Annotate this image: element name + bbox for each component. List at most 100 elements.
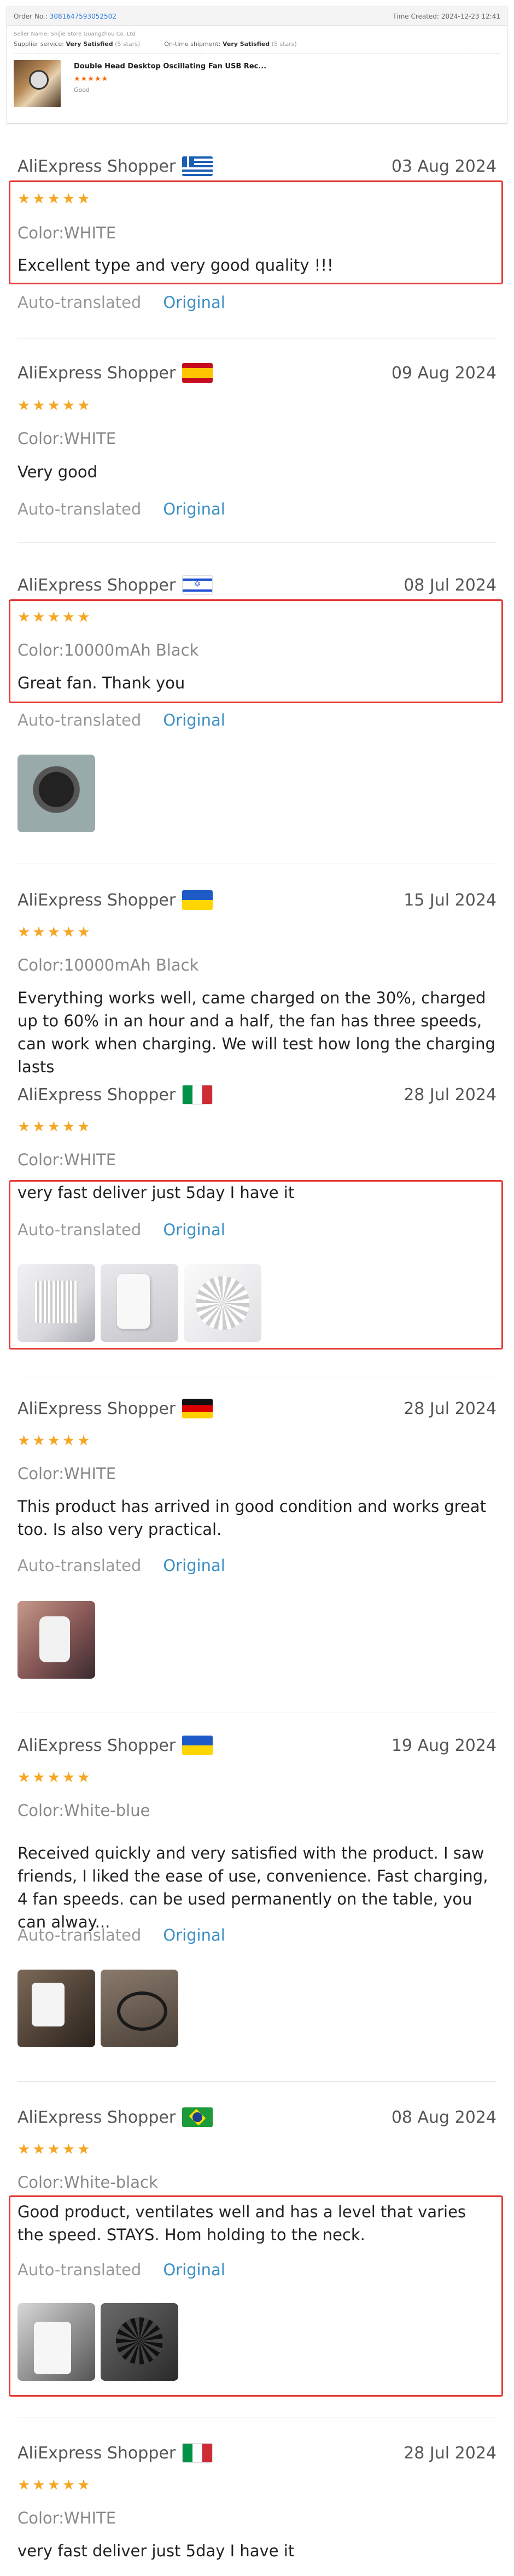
color-variant: Color:WHITE [17, 224, 116, 242]
greece-flag-icon [182, 156, 213, 176]
reviewer-name: AliExpress Shopper [17, 363, 176, 383]
supplier-note: (5 stars) [115, 40, 141, 48]
reviewer-name: AliExpress Shopper [17, 1736, 176, 1755]
review-photo[interactable] [17, 1264, 95, 1342]
review-photo[interactable] [184, 1264, 261, 1342]
review-date: 28 Jul 2024 [404, 2443, 497, 2463]
review-header: AliExpress Shopper 03 Aug 2024 [17, 155, 497, 177]
review-header: AliExpress Shopper 15 Jul 2024 [17, 889, 497, 911]
translation-actions: Auto-translated Original [17, 500, 225, 518]
review-photos [17, 1970, 178, 2047]
original-link[interactable]: Original [163, 1556, 225, 1575]
order-no-link[interactable]: 3081647593052502 [50, 13, 116, 20]
review-item: AliExpress Shopper 28 Jul 2024 ★★★★★ Col… [17, 1084, 497, 1342]
review-item: AliExpress Shopper 09 Aug 2024 ★★★★★ Col… [17, 362, 497, 518]
reviewer: AliExpress Shopper [17, 156, 213, 176]
star-rating: ★★★★★ [17, 2141, 92, 2158]
review-text: very fast deliver just 5day I have it [17, 1183, 295, 1202]
italy-flag-icon [182, 2443, 213, 2463]
review-item: AliExpress Shopper 28 Jul 2024 ★★★★★ Col… [17, 2442, 497, 2560]
review-header: AliExpress Shopper 08 Aug 2024 [17, 2106, 497, 2128]
shipment-value: Very Satisfied [222, 40, 270, 48]
review-text: very fast deliver just 5day I have it [17, 2542, 295, 2560]
review-item: AliExpress Shopper 08 Aug 2024 ★★★★★ Col… [17, 2106, 497, 2381]
germany-flag-icon [182, 1399, 213, 1418]
reviewer: AliExpress Shopper [17, 890, 213, 910]
review-text: Great fan. Thank you [17, 674, 185, 692]
review-photo[interactable] [17, 2303, 95, 2381]
order-no-label: Order No.: [14, 12, 48, 20]
order-time: Time Created: 2024-12-23 12:41 [393, 13, 500, 20]
review-photos [17, 1264, 261, 1342]
review-text: Good product, ventilates well and has a … [17, 2203, 466, 2244]
review-photo[interactable] [101, 2303, 178, 2381]
seller-name: Seller Name: Shijie Store Guangzhou Co. … [14, 31, 136, 37]
original-link[interactable]: Original [163, 711, 225, 729]
auto-translated-label: Auto-translated [17, 1556, 142, 1575]
supplier-value: Very Satisfied [66, 40, 113, 48]
star-rating: ★★★★★ [17, 398, 92, 414]
order-header: Order No.: 3081647593052502 Time Created… [7, 7, 507, 26]
product-thumbnail[interactable] [14, 60, 61, 107]
review-photo[interactable] [101, 1264, 178, 1342]
ontime-shipment: On-time shipment: Very Satisfied (5 star… [164, 40, 297, 48]
reviewer-name: AliExpress Shopper [17, 2107, 176, 2127]
auto-translated-label: Auto-translated [17, 1926, 142, 1944]
review-date: 15 Jul 2024 [404, 890, 497, 910]
spain-flag-icon [182, 363, 213, 383]
reviewer: AliExpress Shopper [17, 2107, 213, 2127]
product-info: Double Head Desktop Oscillating Fan USB … [74, 60, 266, 107]
product-stars: ★★★★★ [74, 75, 109, 83]
review-header: AliExpress Shopper 19 Aug 2024 [17, 1734, 497, 1756]
review-date: 19 Aug 2024 [391, 1736, 497, 1755]
translation-actions: Auto-translated Original [17, 2260, 225, 2279]
color-variant: Color:WHITE [17, 1464, 116, 1483]
reviewer-name: AliExpress Shopper [17, 1399, 176, 1418]
product-title[interactable]: Double Head Desktop Oscillating Fan USB … [74, 62, 266, 71]
review-date: 28 Jul 2024 [404, 1399, 497, 1418]
review-header: AliExpress Shopper 28 Jul 2024 [17, 1398, 497, 1420]
review-photo[interactable] [101, 1970, 178, 2047]
reviewer: AliExpress Shopper [17, 1399, 213, 1418]
review-text: Received quickly and very satisfied with… [17, 1844, 488, 1931]
review-photo[interactable] [17, 1601, 95, 1679]
reviewer-name: AliExpress Shopper [17, 890, 176, 910]
auto-translated-label: Auto-translated [17, 1220, 142, 1239]
review-photo[interactable] [17, 1970, 95, 2047]
reviewer-name: AliExpress Shopper [17, 156, 176, 176]
star-rating: ★★★★★ [17, 609, 92, 626]
supplier-label: Supplier service: [14, 40, 64, 48]
original-link[interactable]: Original [163, 1220, 225, 1239]
color-variant: Color:WHITE [17, 1150, 116, 1169]
color-variant: Color:10000mAh Black [17, 641, 199, 659]
order-number: Order No.: 3081647593052502 [14, 13, 116, 20]
star-rating: ★★★★★ [17, 191, 92, 207]
ukraine-flag-icon [182, 1736, 213, 1755]
review-photos [17, 1601, 95, 1679]
translation-actions: Auto-translated Original [17, 293, 225, 312]
brazil-flag-icon [182, 2107, 213, 2127]
review-item: AliExpress Shopper 19 Aug 2024 ★★★★★ Col… [17, 1734, 497, 2047]
reviewer-name: AliExpress Shopper [17, 1085, 176, 1105]
order-product[interactable]: Double Head Desktop Oscillating Fan USB … [7, 54, 507, 107]
auto-translated-label: Auto-translated [17, 500, 142, 518]
italy-flag-icon [182, 1085, 213, 1105]
translation-actions: Auto-translated Original [17, 1220, 225, 1239]
order-card: Order No.: 3081647593052502 Time Created… [7, 7, 507, 124]
review-date: 03 Aug 2024 [391, 156, 497, 176]
original-link[interactable]: Original [163, 2260, 225, 2279]
original-link[interactable]: Original [163, 500, 225, 518]
reviewer-name: AliExpress Shopper [17, 2443, 176, 2463]
review-text: Very good [17, 463, 98, 481]
reviewer: AliExpress Shopper [17, 363, 213, 383]
original-link[interactable]: Original [163, 293, 225, 312]
review-photo[interactable] [17, 755, 95, 832]
reviewer: AliExpress Shopper [17, 1085, 213, 1105]
review-header: AliExpress Shopper 28 Jul 2024 [17, 2442, 497, 2464]
satisfaction-row: Supplier service: Very Satisfied (5 star… [7, 37, 507, 48]
original-link[interactable]: Original [163, 1926, 225, 1944]
product-rating-label: Good [74, 86, 90, 94]
translation-actions: Auto-translated Original [17, 711, 225, 729]
shipment-note: (5 stars) [271, 40, 297, 48]
review-photos [17, 2303, 178, 2381]
